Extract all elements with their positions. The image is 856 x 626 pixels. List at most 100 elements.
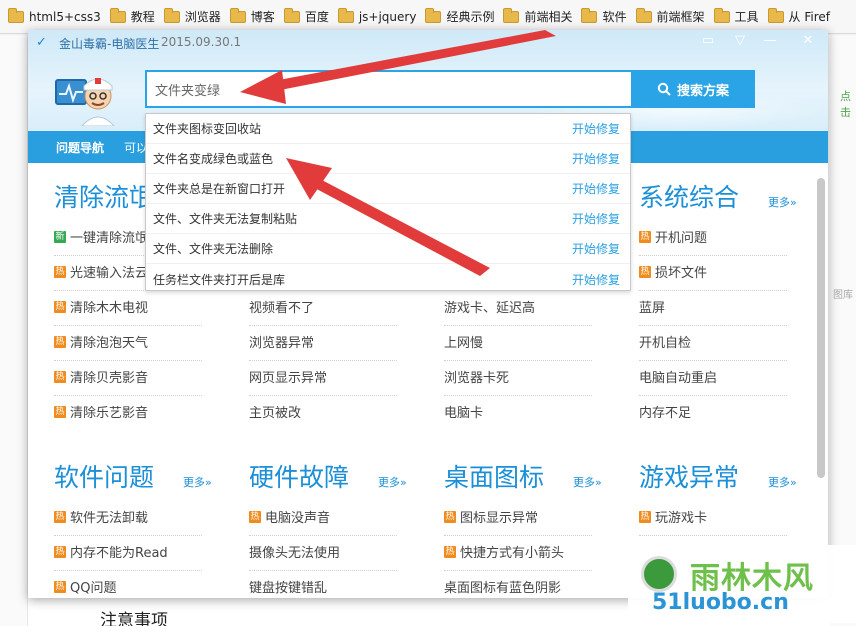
- list-item[interactable]: 键盘按键错乱: [249, 577, 327, 596]
- menu-icon[interactable]: ▽: [730, 32, 750, 50]
- start-repair-link[interactable]: 开始修复: [572, 210, 620, 227]
- list-item[interactable]: 热玩游戏卡: [639, 507, 707, 526]
- section-title-games[interactable]: 游戏异常: [639, 458, 739, 494]
- hot-badge-icon: 热: [54, 405, 66, 418]
- feedback-icon[interactable]: ▭: [698, 32, 718, 50]
- list-item[interactable]: 网页显示异常: [249, 367, 327, 386]
- more-link-software[interactable]: 更多»: [183, 474, 212, 490]
- section-title-system[interactable]: 系统综合: [639, 178, 739, 214]
- bookmark-blog[interactable]: 博客: [228, 5, 282, 29]
- bookmark-html5-css3[interactable]: html5+css3: [6, 5, 108, 29]
- search-input[interactable]: 文件夹变绿: [145, 70, 631, 108]
- bookmark-browser[interactable]: 浏览器: [162, 5, 228, 29]
- list-item[interactable]: 热图标显示异常: [444, 507, 538, 526]
- list-item[interactable]: 游戏卡、延迟高: [444, 297, 535, 316]
- bookmarks-bar: html5+css3 教程 浏览器 博客 百度 js+jquery 经典示例 前…: [0, 0, 856, 34]
- bookmark-software[interactable]: 软件: [579, 5, 633, 29]
- list-item[interactable]: 热清除木木电视: [54, 297, 148, 316]
- bookmark-tools[interactable]: 工具: [712, 5, 766, 29]
- start-repair-link[interactable]: 开始修复: [572, 120, 620, 137]
- bookmark-frontend[interactable]: 前端相关: [501, 5, 579, 29]
- divider: [444, 535, 592, 536]
- more-link-hardware[interactable]: 更多»: [378, 474, 407, 490]
- list-item[interactable]: 主页被改: [249, 402, 301, 421]
- folder-icon: [503, 7, 520, 23]
- minimize-icon[interactable]: —: [760, 32, 780, 50]
- suggestion-item[interactable]: 文件名变成绿色或蓝色 开始修复: [146, 144, 630, 174]
- hot-badge-icon: 热: [54, 580, 66, 593]
- bookmark-tutorial[interactable]: 教程: [108, 5, 162, 29]
- scrollbar-thumb[interactable]: [817, 178, 825, 478]
- folder-icon: [229, 7, 246, 23]
- folder-icon: [581, 7, 598, 23]
- list-item[interactable]: 桌面图标有蓝色阴影: [444, 577, 561, 596]
- list-item[interactable]: 热 QQ问题: [54, 577, 116, 596]
- background-right-column: [830, 35, 856, 626]
- list-item[interactable]: 视频看不了: [249, 297, 314, 316]
- section-title-desktop[interactable]: 桌面图标: [444, 458, 544, 494]
- bookmark-firefox[interactable]: 从 Firef: [766, 5, 837, 29]
- list-item[interactable]: 摄像头无法使用: [249, 542, 340, 561]
- app-title: 金山毒霸-电脑医生: [59, 37, 160, 51]
- list-item[interactable]: 蓝屏: [639, 297, 665, 316]
- list-item[interactable]: 热清除乐艺影音: [54, 402, 148, 421]
- list-item[interactable]: 上网慢: [444, 332, 483, 351]
- list-item[interactable]: 热清除贝壳影音: [54, 367, 148, 386]
- divider: [249, 395, 397, 396]
- list-item[interactable]: 热快捷方式有小箭头: [444, 542, 564, 561]
- list-item[interactable]: 热电脑没声音: [249, 507, 330, 526]
- divider: [639, 255, 787, 256]
- start-repair-link[interactable]: 开始修复: [572, 240, 620, 257]
- divider: [444, 360, 592, 361]
- hot-badge-icon: 热: [54, 335, 66, 348]
- start-repair-link[interactable]: 开始修复: [572, 271, 620, 288]
- list-item[interactable]: 热清除泡泡天气: [54, 332, 148, 351]
- bookmark-examples[interactable]: 经典示例: [423, 5, 501, 29]
- section-title-hardware[interactable]: 硬件故障: [249, 458, 349, 494]
- suggestion-item[interactable]: 文件、文件夹无法删除 开始修复: [146, 234, 630, 264]
- list-item[interactable]: 电脑自动重启: [639, 367, 717, 386]
- folder-icon: [425, 7, 442, 23]
- hot-badge-icon: 热: [54, 300, 66, 313]
- hot-badge-icon: 热: [54, 545, 66, 558]
- suggestion-item[interactable]: 文件夹总是在新窗口打开 开始修复: [146, 174, 630, 204]
- section-title-cleanup[interactable]: 清除流氓: [54, 178, 154, 214]
- more-link-games[interactable]: 更多»: [768, 474, 797, 490]
- divider: [249, 570, 397, 571]
- divider: [249, 360, 397, 361]
- close-icon[interactable]: ✕: [798, 32, 818, 50]
- list-item[interactable]: 热开机问题: [639, 227, 707, 246]
- folder-icon: [163, 7, 180, 23]
- nav-problem-guide[interactable]: 问题导航: [28, 139, 114, 156]
- start-repair-link[interactable]: 开始修复: [572, 150, 620, 167]
- list-item[interactable]: 浏览器卡死: [444, 367, 509, 386]
- section-title-software[interactable]: 软件问题: [54, 458, 154, 494]
- search-suggestions: 文件夹图标变回收站 开始修复 文件名变成绿色或蓝色 开始修复 文件夹总是在新窗口打开…: [145, 113, 631, 291]
- list-item[interactable]: 电脑卡: [444, 402, 483, 421]
- app-logo-icon: ✓: [36, 35, 47, 50]
- hot-badge-icon: 热: [639, 265, 651, 278]
- suggestion-item[interactable]: 文件、文件夹无法复制粘贴 开始修复: [146, 204, 630, 234]
- background-link[interactable]: 点击: [840, 88, 856, 120]
- search-button[interactable]: 搜索方案: [631, 70, 755, 108]
- bookmark-frameworks[interactable]: 前端框架: [634, 5, 712, 29]
- list-item[interactable]: 热光速输入法云: [54, 262, 148, 281]
- list-item[interactable]: 开机自检: [639, 332, 691, 351]
- bookmark-js-jquery[interactable]: js+jquery: [336, 5, 424, 29]
- start-repair-link[interactable]: 开始修复: [572, 180, 620, 197]
- list-item[interactable]: 热损坏文件: [639, 262, 707, 281]
- more-link-desktop[interactable]: 更多»: [573, 474, 602, 490]
- list-item[interactable]: 热内存不能为Read: [54, 542, 168, 561]
- divider: [249, 325, 397, 326]
- list-item[interactable]: 热软件无法卸载: [54, 507, 148, 526]
- list-item[interactable]: 浏览器异常: [249, 332, 314, 351]
- list-item[interactable]: 内存不足: [639, 402, 691, 421]
- suggestion-item[interactable]: 文件夹图标变回收站 开始修复: [146, 114, 630, 144]
- search-icon: [657, 82, 671, 96]
- list-item[interactable]: 新一键清除流氓: [54, 227, 148, 246]
- more-link-system[interactable]: 更多»: [768, 194, 797, 210]
- divider: [249, 535, 397, 536]
- bookmark-baidu[interactable]: 百度: [282, 5, 336, 29]
- suggestion-item[interactable]: 任务栏文件夹打开后是库 开始修复: [146, 264, 630, 294]
- hot-badge-icon: 热: [444, 510, 456, 523]
